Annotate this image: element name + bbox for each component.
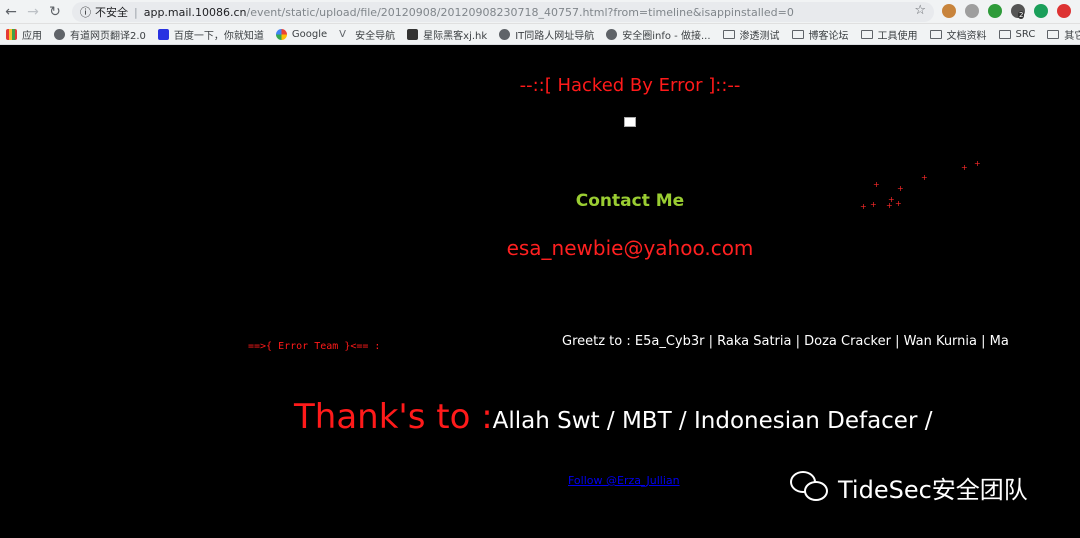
sparkle-icon: + (873, 180, 880, 189)
bookmark-folder-tools[interactable]: 工具使用 (855, 27, 924, 42)
red-extension-icon[interactable] (1057, 4, 1071, 18)
bookmark-it-nav[interactable]: IT同路人网址导航 (493, 27, 600, 42)
globe-icon (606, 28, 618, 40)
bookmark-label: Google (291, 28, 328, 40)
sparkle-icon: + (921, 173, 928, 182)
globe-icon (54, 28, 65, 40)
bookmark-google[interactable]: Google (270, 28, 333, 40)
apps-grid-icon (6, 28, 17, 40)
bookmark-label: 渗透测试 (739, 30, 780, 42)
info-icon[interactable]: ⓘ (80, 4, 91, 20)
address-bar[interactable]: ⓘ 不安全 | app.mail.10086.cn /event/static/… (72, 2, 934, 22)
bookmark-icon (407, 28, 419, 40)
bookmark-label: 安全导航 (355, 30, 396, 42)
extension-badge: 2 (1018, 11, 1025, 19)
greetz-text: Greetz to : E5a_Cyb3r | Raka Satria | Do… (562, 334, 1009, 349)
bookmark-baidu[interactable]: 百度一下，你就知道 (152, 27, 270, 42)
sparkle-icon: + (870, 200, 877, 209)
bookmark-folder-pentest[interactable]: 渗透测试 (717, 27, 786, 42)
reload-icon[interactable]: ↻ (44, 1, 66, 23)
hacked-title: --::[ Hacked By Error ]::-- (519, 75, 741, 96)
folder-icon (998, 29, 1011, 39)
sparkle-icon: + (860, 202, 867, 211)
folder-icon (929, 29, 942, 39)
address-host: app.mail.10086.cn (143, 5, 247, 19)
bookmark-youdao[interactable]: 有道网页翻译2.0 (48, 27, 152, 42)
bookmark-label: IT同路人网址导航 (515, 30, 595, 42)
gray-extension-icon[interactable] (965, 4, 979, 18)
badge-extension-icon[interactable]: 2 (1011, 4, 1025, 19)
sparkle-icon: + (895, 199, 902, 208)
baidu-icon (157, 28, 169, 40)
bookmark-label: SRC (1015, 28, 1036, 40)
bookmark-star-icon[interactable]: ☆ (914, 3, 926, 18)
thanks-line: Thank's to :Allah Swt / MBT / Indonesian… (294, 397, 932, 437)
green-t-extension-icon[interactable] (1034, 4, 1048, 18)
folder-icon (722, 29, 735, 39)
extensions-area: 2 (942, 4, 1071, 19)
forward-arrow-icon[interactable]: → (22, 1, 44, 23)
broken-image-icon (624, 117, 636, 127)
watermark-text: TideSec安全团队 (838, 476, 1028, 504)
folder-icon (791, 29, 804, 39)
browser-toolbar: ← → ↻ ⓘ 不安全 | app.mail.10086.cn /event/s… (0, 0, 1080, 24)
bookmark-folder-src[interactable]: SRC (993, 29, 1042, 40)
page-content: --::[ Hacked By Error ]::-- Contact Me e… (0, 45, 1080, 538)
follow-link[interactable]: Follow @Erza_Jullian (568, 474, 680, 487)
cookie-extension-icon[interactable] (942, 4, 956, 18)
bookmark-xjhk[interactable]: 星际黑客xj.hk (401, 27, 493, 42)
bookmark-label: 百度一下，你就知道 (173, 30, 264, 42)
watermark: TideSec安全团队 (790, 470, 1028, 505)
bookmark-label: 工具使用 (877, 30, 918, 42)
folder-icon (860, 29, 873, 39)
address-separator: | (134, 5, 138, 19)
back-arrow-icon[interactable]: ← (0, 1, 22, 23)
folder-icon (1047, 29, 1060, 39)
wechat-icon (790, 470, 830, 505)
bookmark-label: 其它网站 (1064, 30, 1080, 42)
team-label: ==>{ Error Team }<== : (248, 341, 381, 352)
bookmark-apps[interactable]: 应用 (0, 27, 48, 42)
google-icon (275, 28, 287, 40)
sparkle-icon: + (961, 163, 968, 172)
bookmark-label: 应用 (22, 30, 42, 42)
bookmark-anquanquan[interactable]: 安全圈info - 做接... (600, 27, 716, 42)
bookmark-label: 文档资料 (946, 30, 987, 42)
thanks-list: Allah Swt / MBT / Indonesian Defacer / (492, 408, 933, 434)
green-g-extension-icon[interactable] (988, 4, 1002, 18)
sparkle-icon: + (897, 184, 904, 193)
contact-email: esa_newbie@yahoo.com (506, 236, 754, 260)
bookmark-label: 有道网页翻译2.0 (70, 30, 146, 42)
bookmark-label: 星际黑客xj.hk (423, 30, 488, 42)
security-label: 不安全 (95, 6, 128, 19)
bookmark-label: 博客论坛 (808, 30, 849, 42)
contact-label: Contact Me (575, 191, 685, 211)
v-icon: V (339, 28, 347, 40)
bookmark-folder-blogs[interactable]: 博客论坛 (786, 27, 855, 42)
bookmark-security-nav[interactable]: V 安全导航 (333, 27, 401, 42)
address-path: /event/static/upload/file/20120908/20120… (246, 5, 794, 19)
sparkle-icon: + (886, 201, 893, 210)
bookmark-folder-docs[interactable]: 文档资料 (924, 27, 993, 42)
sparkle-icon: + (974, 159, 981, 168)
globe-icon (499, 28, 511, 40)
bookmark-folder-other[interactable]: 其它网站 (1041, 27, 1080, 42)
thanks-prefix: Thank's to : (294, 397, 493, 437)
bookmark-label: 安全圈info - 做接... (622, 30, 711, 42)
bookmarks-bar: 应用 有道网页翻译2.0 百度一下，你就知道 Google V 安全导航 星际黑客… (0, 24, 1080, 45)
